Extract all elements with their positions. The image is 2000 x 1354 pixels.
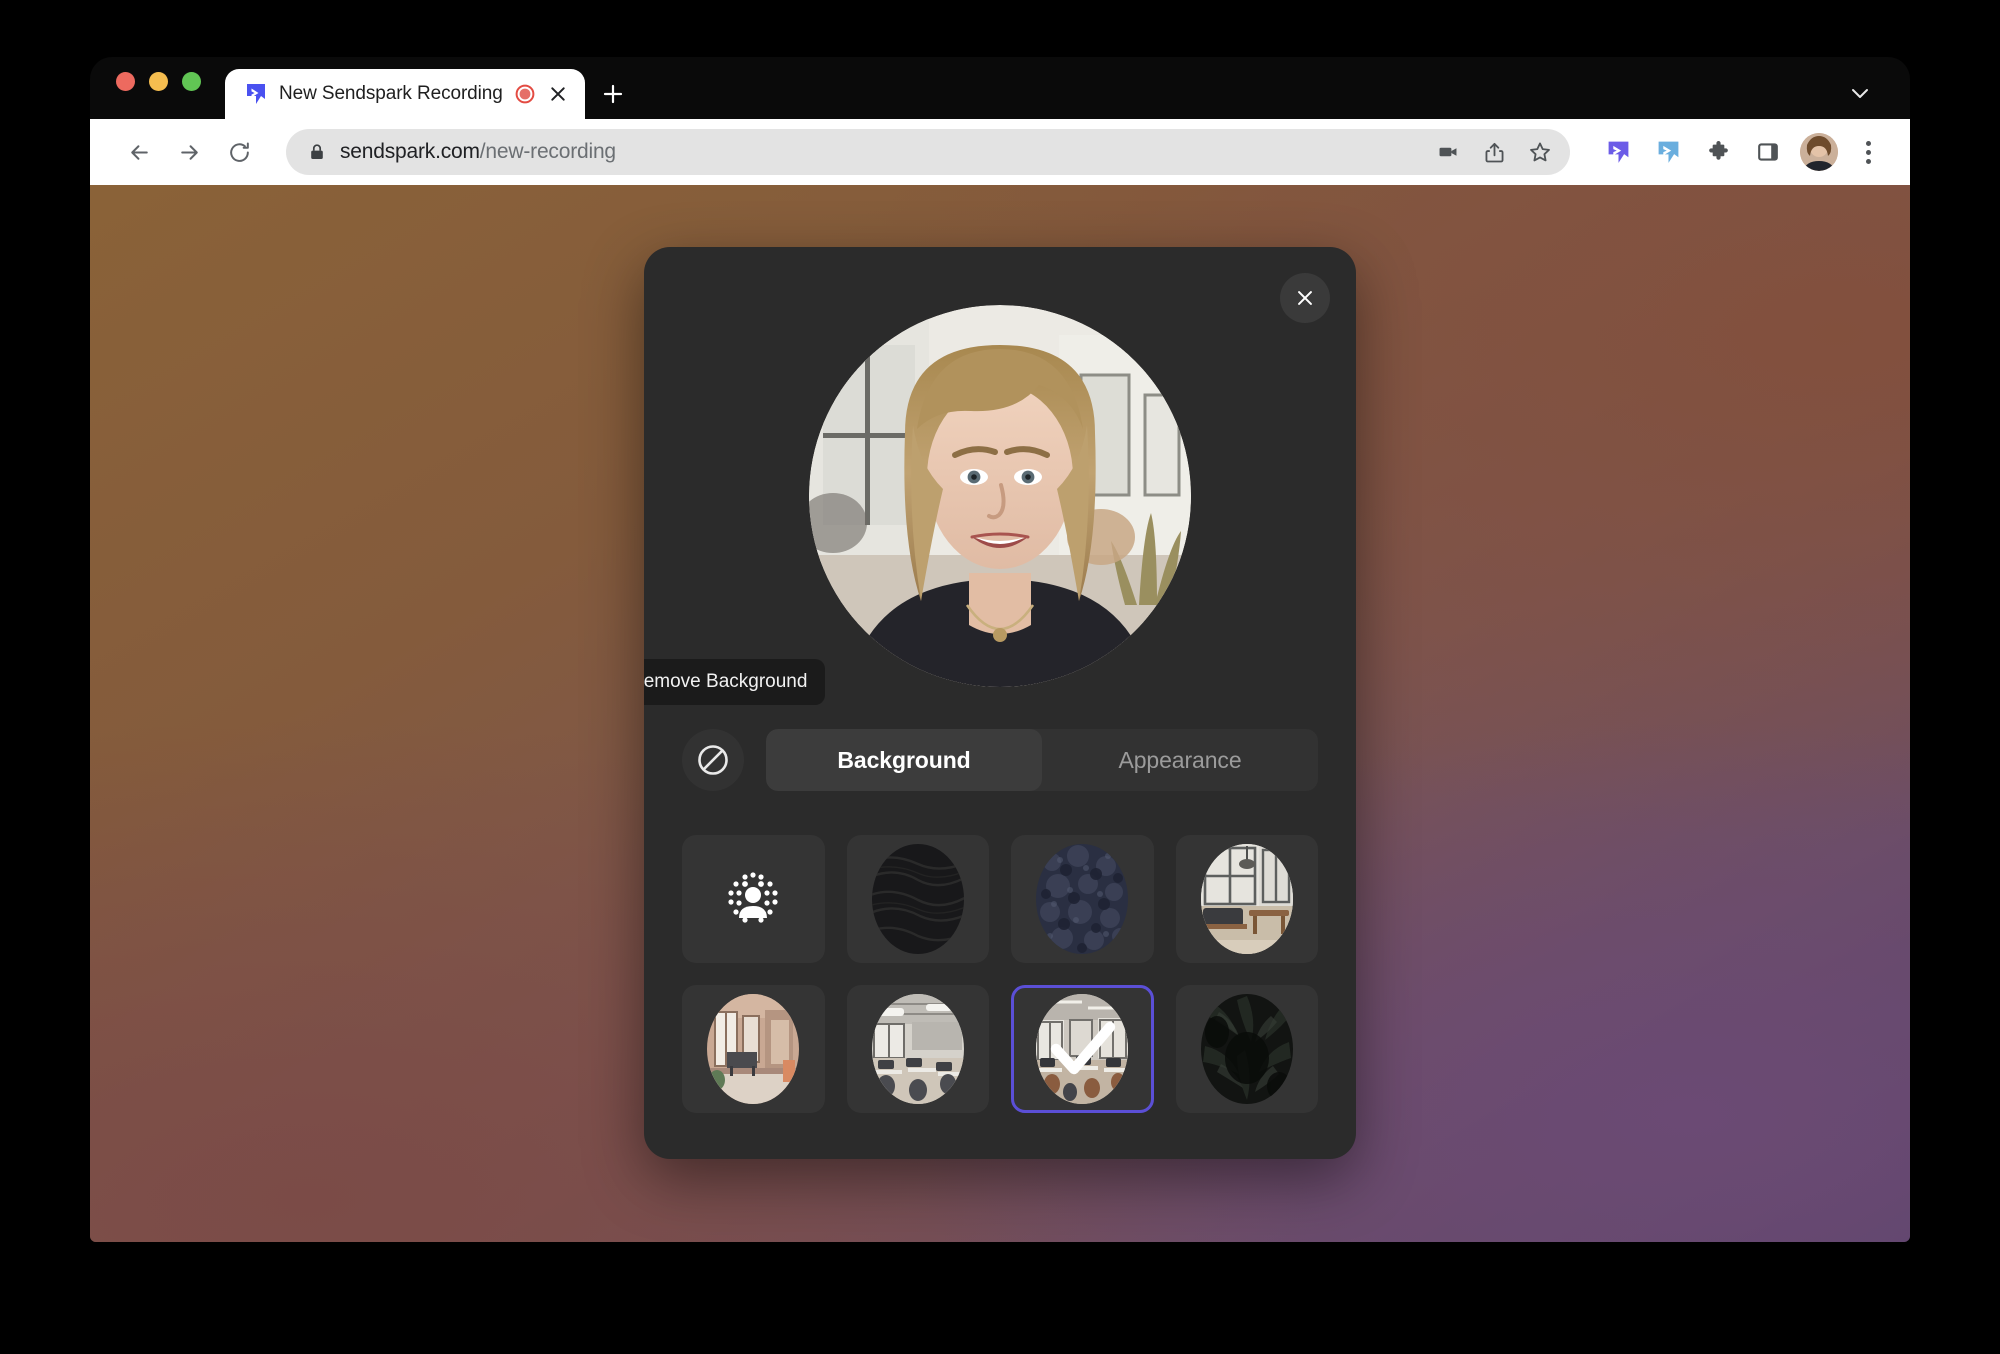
omnibox-actions <box>1426 130 1562 174</box>
close-tab-icon[interactable] <box>547 83 569 105</box>
remove-background-tooltip: Remove Background <box>644 659 826 705</box>
background-thumbnail <box>1200 844 1293 954</box>
webcam-preview <box>809 305 1191 687</box>
window-maximize-button[interactable] <box>182 71 201 91</box>
lock-icon <box>308 143 326 161</box>
selected-check-icon <box>1036 994 1128 1104</box>
tab-background[interactable]: Background <box>766 729 1042 791</box>
background-option-dark-foliage[interactable] <box>1175 985 1318 1113</box>
page-viewport: Remove Background Background Appearance <box>90 185 1910 1242</box>
background-thumbnail <box>1036 994 1129 1104</box>
sendspark-favicon <box>245 83 267 105</box>
background-option-navy-texture[interactable] <box>1011 835 1154 963</box>
no-background-icon[interactable] <box>682 729 744 791</box>
background-option-office-desks[interactable] <box>1011 985 1154 1113</box>
sendspark-extension-purple-icon[interactable] <box>1596 130 1640 174</box>
blur-person-icon <box>720 866 786 932</box>
background-thumbnail-grid <box>682 835 1318 1113</box>
background-thumbnail <box>1200 994 1293 1104</box>
bookmark-star-icon[interactable] <box>1518 130 1562 174</box>
screen: New Sendspark Recording sendspark.com/ne… <box>0 0 2000 1354</box>
browser-window: New Sendspark Recording sendspark.com/ne… <box>90 57 1910 1242</box>
window-close-button[interactable] <box>116 71 135 91</box>
tab-title: New Sendspark Recording <box>279 83 503 104</box>
reload-icon[interactable] <box>216 129 262 175</box>
extension-toolbar <box>1588 130 1888 174</box>
browser-tab-active[interactable]: New Sendspark Recording <box>225 69 585 119</box>
media-capture-icon[interactable] <box>1426 130 1470 174</box>
back-arrow-icon[interactable] <box>116 129 162 175</box>
new-tab-icon[interactable] <box>591 69 635 119</box>
window-traffic-lights <box>116 57 201 119</box>
forward-arrow-icon[interactable] <box>166 129 212 175</box>
extensions-puzzle-icon[interactable] <box>1696 130 1740 174</box>
background-appearance-tabs: Background Appearance <box>766 729 1318 791</box>
recording-dot-icon <box>515 84 535 104</box>
background-thumbnail <box>707 994 800 1104</box>
three-dot-menu-icon[interactable] <box>1848 130 1888 174</box>
background-thumbnail <box>1036 844 1129 954</box>
background-option-bright-lounge[interactable] <box>1175 835 1318 963</box>
background-thumbnail <box>871 844 964 954</box>
avatar[interactable] <box>1800 133 1838 171</box>
tab-strip: New Sendspark Recording <box>90 57 1910 119</box>
background-option-blur[interactable] <box>682 835 825 963</box>
chevron-down-icon[interactable] <box>1846 79 1874 107</box>
tab-appearance[interactable]: Appearance <box>1042 729 1318 791</box>
recorder-background-settings-modal: Remove Background Background Appearance <box>644 247 1356 1159</box>
background-option-dark-sand[interactable] <box>846 835 989 963</box>
url-path: /new-recording <box>479 140 616 163</box>
window-minimize-button[interactable] <box>149 71 168 91</box>
address-bar[interactable]: sendspark.com/new-recording <box>286 129 1570 175</box>
background-option-warm-studio[interactable] <box>682 985 825 1113</box>
background-option-open-office[interactable] <box>846 985 989 1113</box>
url-domain: sendspark.com <box>340 140 480 163</box>
background-thumbnail <box>871 994 964 1104</box>
side-panel-icon[interactable] <box>1746 130 1790 174</box>
address-bar-url: sendspark.com/new-recording <box>340 140 1426 164</box>
share-icon[interactable] <box>1472 130 1516 174</box>
background-controls-row: Background Appearance <box>682 729 1318 791</box>
sendspark-extension-blue-icon[interactable] <box>1646 130 1690 174</box>
close-modal-icon[interactable] <box>1280 273 1330 323</box>
browser-toolbar: sendspark.com/new-recording <box>90 119 1910 185</box>
